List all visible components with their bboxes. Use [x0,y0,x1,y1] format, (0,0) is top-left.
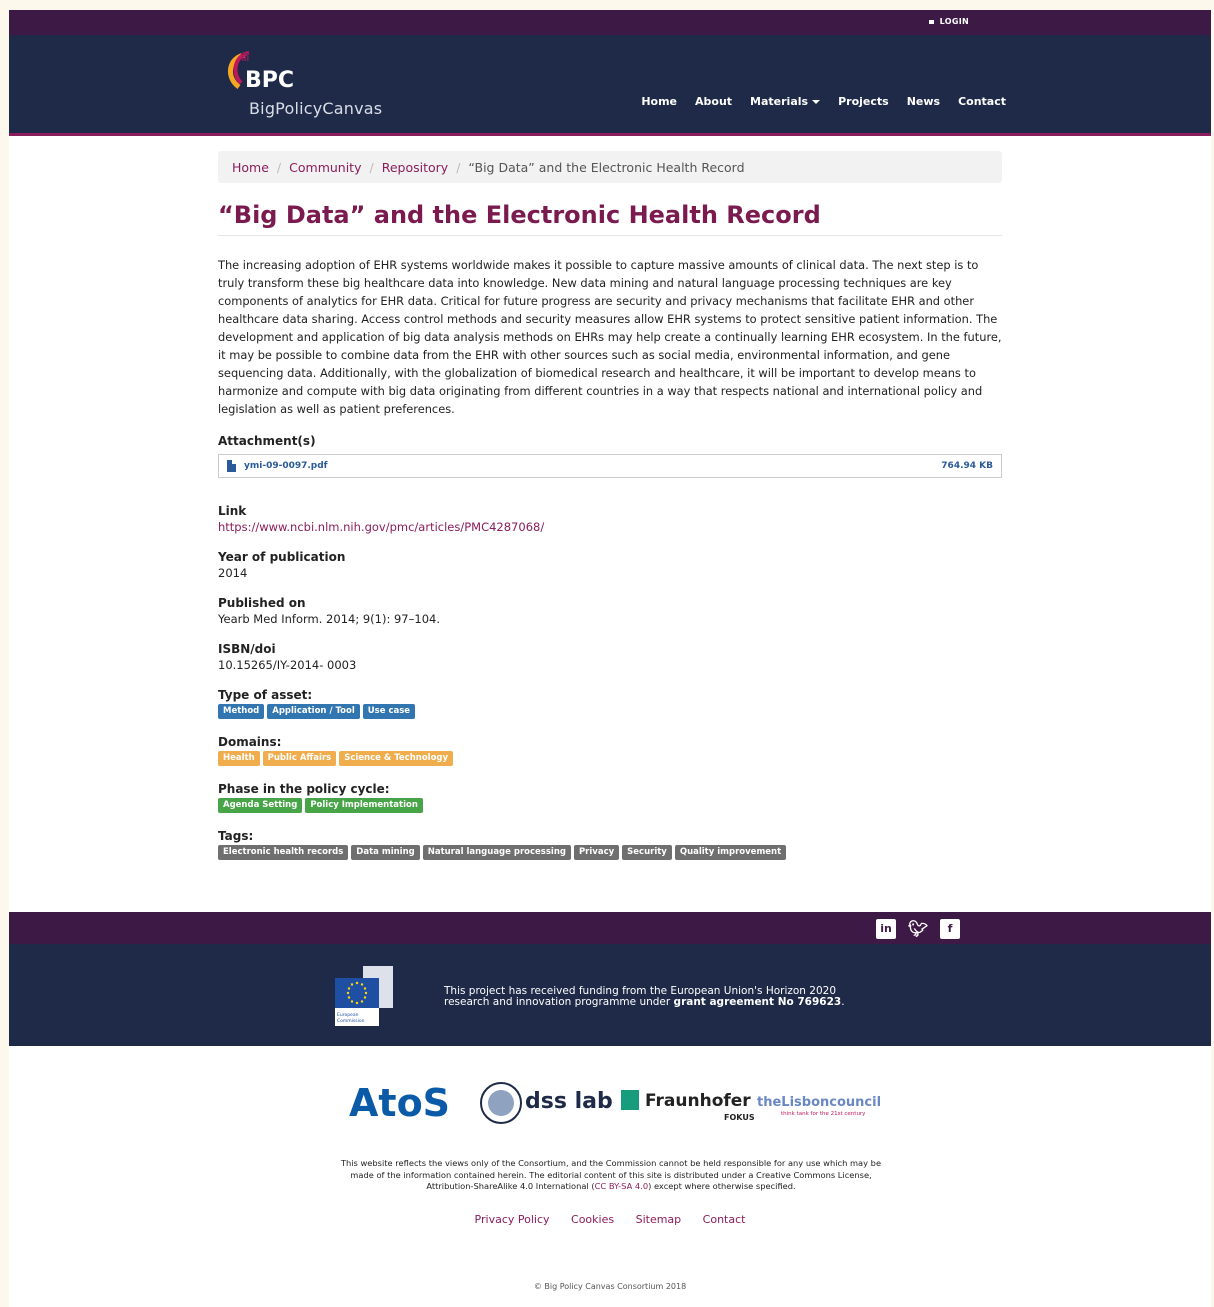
breadcrumb-home[interactable]: Home [232,160,269,175]
european-commission-logo: European Commission [335,966,393,1026]
phase-badge[interactable]: Agenda Setting [218,798,303,813]
file-icon [227,460,236,472]
published-value: Yearb Med Inform. 2014; 9(1): 97–104. [218,612,440,626]
linkedin-icon[interactable]: in [876,919,896,939]
year-label: Year of publication [218,550,346,564]
attachment-label: Attachment(s) [218,434,316,448]
breadcrumb-separator: / [276,159,282,175]
nav-news[interactable]: News [907,95,940,108]
page-title: “Big Data” and the Electronic Health Rec… [218,201,1002,236]
footer-social-bar: in 🐦︎ f [9,912,1211,944]
eu-logo-text-2: Commission [337,1018,365,1024]
domain-badge[interactable]: Science & Technology [339,751,454,766]
grant-agreement: grant agreement No 769623 [673,996,842,1008]
nav-contact[interactable]: Contact [958,95,1006,108]
published-label: Published on [218,596,306,610]
nav-materials[interactable]: Materials [750,95,821,108]
atos-logo[interactable]: AtoS [349,1081,450,1125]
eu-logo-text-1: European [337,1012,359,1018]
fraunhofer-logo[interactable]: Fraunhofer [645,1091,751,1111]
copyright: © Big Policy Canvas Consortium 2018 [533,1282,687,1291]
cookies-link[interactable]: Cookies [571,1213,614,1226]
tag-badge[interactable]: Data mining [351,845,420,860]
footer-links: Privacy Policy Cookies Sitemap Contact [9,1213,1211,1226]
fraunhofer-icon [621,1090,639,1110]
page-frame: LOGIN BPC BigPolicyCanvas Home About Mat… [9,10,1211,1307]
contact-link[interactable]: Contact [703,1213,746,1226]
asset-type-badges: Method Application / Tool Use case [218,704,1002,719]
phase-badge[interactable]: Policy Implementation [305,798,423,813]
description: The increasing adoption of EHR systems w… [218,258,1002,416]
dss-lab-logo[interactable]: dss lab [525,1089,613,1114]
lock-icon [928,20,934,24]
login-label: LOGIN [939,17,969,26]
domain-badge[interactable]: Public Affairs [262,751,337,766]
footer-funding: European Commission This project has rec… [9,944,1211,1046]
link-label: Link [218,504,247,518]
twitter-icon[interactable]: 🐦︎ [908,919,928,939]
login-link[interactable]: LOGIN [928,17,969,26]
funding-statement: This project has received funding from t… [444,986,884,1008]
social-links: in 🐦︎ f [876,919,960,939]
breadcrumb-separator: / [369,159,374,175]
disclaimer-text-end: ) except where otherwise specified. [648,1181,796,1191]
attachment-size: 764.94 KB [941,461,993,471]
isbn-label: ISBN/doi [218,642,276,656]
sitemap-link[interactable]: Sitemap [636,1213,682,1226]
tags-label: Tags: [218,829,254,843]
facebook-icon[interactable]: f [940,919,960,939]
main-content: Home / Community / Repository / “Big Data” … [218,151,1002,860]
attachment-file[interactable]: ymi-09-0097.pdf [244,461,328,471]
lisbon-council-tagline: think tank for the 21st century [781,1111,866,1117]
site-logo[interactable]: BPC BigPolicyCanvas [223,47,403,127]
tag-badge[interactable]: Natural language processing [422,845,571,860]
asset-badge[interactable]: Method [218,704,265,719]
year-value: 2014 [218,566,248,580]
domain-badges: Health Public Affairs Science & Technolo… [218,751,1002,766]
link-value[interactable]: https://www.ncbi.nlm.nih.gov/pmc/article… [218,520,1002,534]
fokus-label: FOKUS [724,1113,755,1122]
site-header: BPC BigPolicyCanvas Home About Materials… [9,35,1211,136]
bpc-logo-icon: BPC [228,51,294,93]
cc-license-link[interactable]: CC BY-SA 4.0 [595,1181,648,1191]
phase-badges: Agenda Setting Policy Implementation [218,798,1002,813]
tag-badge[interactable]: Electronic health records [218,845,349,860]
breadcrumb-repository[interactable]: Repository [382,160,448,175]
breadcrumb: Home / Community / Repository / “Big Data” … [218,151,1002,183]
tag-badges: Electronic health records Data mining Na… [218,845,1002,860]
nav-materials-label: Materials [750,95,809,108]
isbn-value: 10.15265/IY-2014- 0003 [218,658,357,672]
breadcrumb-separator: / [456,159,461,175]
lisbon-council-logo[interactable]: theLisboncouncil [757,1095,881,1110]
asset-type-label: Type of asset: [218,688,313,702]
tag-badge[interactable]: Security [622,845,672,860]
nav-home[interactable]: Home [641,95,677,108]
tag-badge[interactable]: Privacy [573,845,620,860]
phase-label: Phase in the policy cycle: [218,782,390,796]
partner-logos: AtoS dss lab Fraunhofer FOKUS theLisbonc… [349,1081,881,1125]
asset-badge[interactable]: Application / Tool [267,704,360,719]
privacy-policy-link[interactable]: Privacy Policy [475,1213,550,1226]
funding-text-end: . [841,996,845,1008]
logo-mark: BPC [245,68,294,93]
nav-about[interactable]: About [695,95,732,108]
domain-badge[interactable]: Health [218,751,260,766]
caret-down-icon [812,100,821,104]
logo-name: BigPolicyCanvas [249,99,383,118]
dss-seal-center [488,1090,514,1116]
asset-badge[interactable]: Use case [362,704,416,719]
footer-disclaimer: This website reflects the views only of … [331,1158,891,1193]
main-nav: Home About Materials Projects News Conta… [641,95,1006,108]
nav-projects[interactable]: Projects [838,95,889,108]
tag-badge[interactable]: Quality improvement [674,845,787,860]
breadcrumb-current: “Big Data” and the Electronic Health Rec… [468,159,745,175]
breadcrumb-community[interactable]: Community [289,160,361,175]
attachment-row[interactable]: ymi-09-0097.pdf 764.94 KB [218,454,1002,478]
top-bar: LOGIN [9,10,1211,35]
domains-label: Domains: [218,735,282,749]
